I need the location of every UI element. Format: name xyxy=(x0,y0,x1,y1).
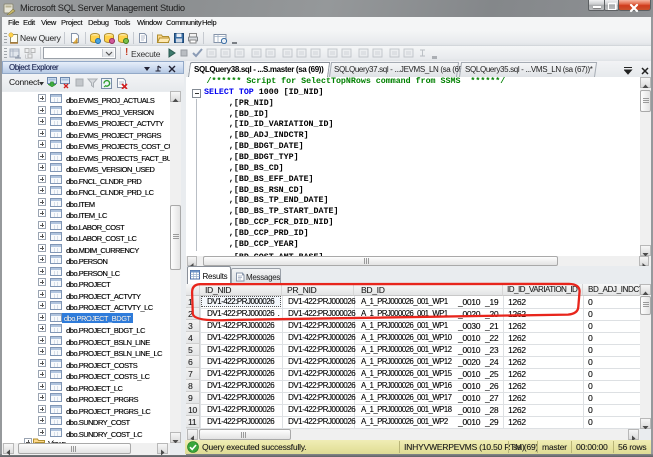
svg-text:L: L xyxy=(25,55,28,61)
